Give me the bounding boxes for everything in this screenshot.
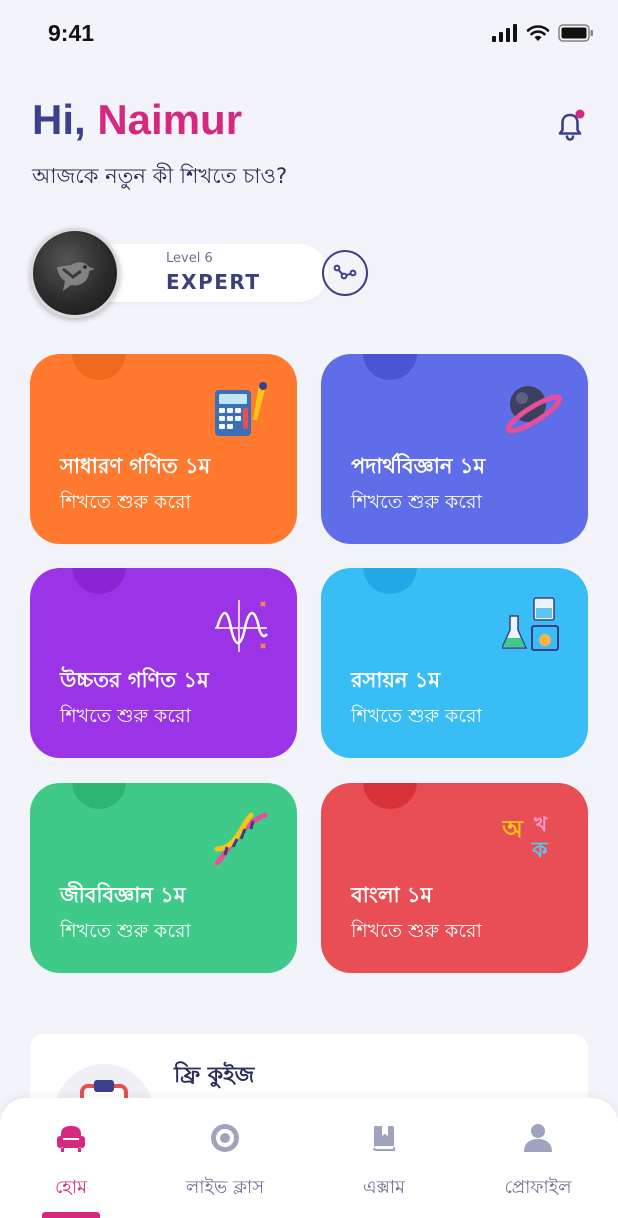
card-title: রসায়ন ১ম: [351, 668, 441, 692]
bird-icon: [57, 262, 95, 291]
path-icon: [333, 264, 357, 280]
bangla-letters-icon: অ খ ক: [502, 812, 549, 863]
subject-card-bangla[interactable]: অ খ ক বাংলা ১ম শিখতে শুরু করো: [321, 783, 588, 973]
level-badge[interactable]: Level 6 EXPERT: [30, 228, 328, 318]
nav-label-profile: প্রোফাইল: [504, 1177, 572, 1198]
card-notch: [72, 783, 126, 809]
svg-text:ক: ক: [531, 838, 549, 863]
greeting-prefix: Hi,: [32, 96, 86, 143]
quiz-title: ফ্রি কুইজ: [174, 1063, 255, 1088]
wifi-icon: [526, 25, 550, 41]
battery-icon: [558, 24, 593, 42]
status-bar: 9:41: [0, 0, 618, 70]
card-notch: [72, 568, 126, 594]
avatar: [30, 228, 120, 318]
nav-label-live-class: লাইভ ক্লাস: [185, 1177, 265, 1198]
svg-text:অ: অ: [502, 815, 524, 843]
nav-item-live-class[interactable]: লাইভ ক্লাস: [165, 1120, 285, 1202]
nav-item-profile[interactable]: প্রোফাইল: [478, 1120, 598, 1202]
status-icons: [492, 24, 594, 42]
nav-label-exam: এক্সাম: [362, 1177, 406, 1198]
nav-item-exam[interactable]: এক্সাম: [324, 1120, 444, 1202]
nav-item-home[interactable]: হোম: [11, 1120, 131, 1202]
nav-active-indicator: [42, 1212, 100, 1218]
chemistry-icon: [502, 597, 559, 651]
card-title: সাধারণ গণিত ১ম: [60, 454, 211, 478]
card-action: শিখতে শুরু করো: [60, 920, 191, 942]
card-notch: [363, 354, 417, 380]
subject-card-general-math[interactable]: সাধারণ গণিত ১ম শিখতে শুরু করো: [30, 354, 297, 544]
card-action: শিখতে শুরু করো: [60, 491, 191, 513]
notification-bell-icon[interactable]: [552, 108, 588, 144]
signal-icon: [492, 24, 517, 42]
status-time: 9:41: [48, 20, 95, 46]
subject-card-chemistry[interactable]: রসায়ন ১ম শিখতে শুরু করো: [321, 568, 588, 758]
greeting-subtitle: আজকে নতুন কী শিখতে চাও?: [32, 164, 288, 188]
card-title: পদার্থবিজ্ঞান ১ম: [351, 454, 485, 478]
card-title: উচ্চতর গণিত ১ম: [60, 668, 209, 692]
user-name: Naimur: [97, 96, 243, 143]
card-notch: [363, 783, 417, 809]
subject-card-biology[interactable]: জীববিজ্ঞান ১ম শিখতে শুরু করো: [30, 783, 297, 973]
nav-label-home: হোম: [55, 1177, 87, 1198]
card-action: শিখতে শুরু করো: [351, 705, 482, 727]
card-notch: [363, 568, 417, 594]
greeting-title: Hi, Naimur: [32, 96, 242, 144]
level-rank: EXPERT: [166, 270, 261, 294]
profile-icon: [524, 1124, 552, 1152]
subject-card-physics[interactable]: পদার্থবিজ্ঞান ১ম শিখতে শুরু করো: [321, 354, 588, 544]
graph-icon: [215, 600, 268, 652]
level-number: Level 6: [166, 251, 213, 266]
exam-book-icon: [373, 1126, 395, 1151]
card-action: শিখতে শুরু করো: [351, 920, 482, 942]
svg-text:খ: খ: [533, 812, 548, 836]
card-title: বাংলা ১ম: [351, 883, 433, 907]
planet-icon: [505, 386, 562, 434]
live-icon: [211, 1124, 239, 1152]
dna-icon: [214, 812, 268, 866]
card-notch: [72, 354, 126, 380]
card-title: জীববিজ্ঞান ১ম: [60, 883, 186, 907]
card-action: শিখতে শুরু করো: [351, 491, 482, 513]
home-icon: [57, 1126, 85, 1152]
subject-card-higher-math[interactable]: উচ্চতর গণিত ১ম শিখতে শুরু করো: [30, 568, 297, 758]
bottom-nav: হোম লাইভ ক্লাস এক্সাম প্রোফাইল: [0, 1098, 618, 1218]
progress-path-button[interactable]: [322, 250, 368, 296]
calculator-icon: [215, 382, 267, 436]
card-action: শিখতে শুরু করো: [60, 705, 191, 727]
